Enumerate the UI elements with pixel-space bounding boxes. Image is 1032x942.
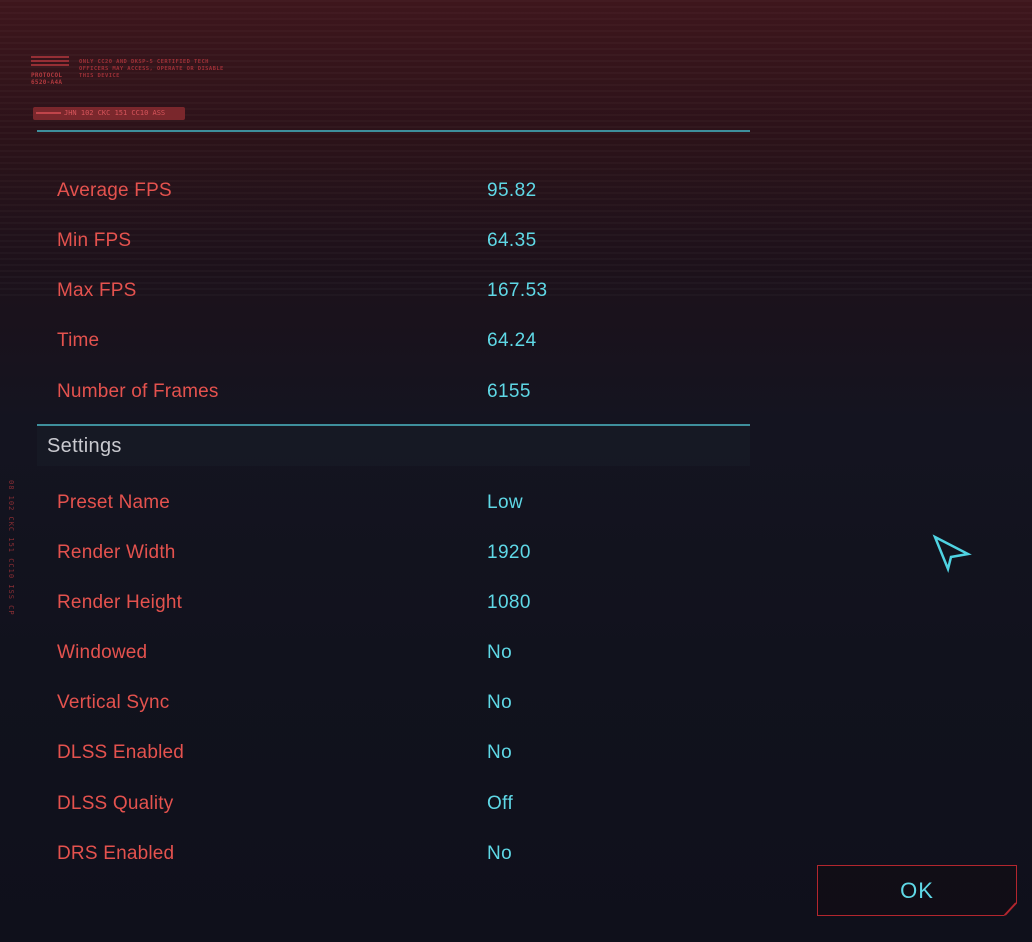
result-label: Number of Frames: [57, 381, 219, 402]
setting-value: No: [487, 642, 513, 663]
setting-row: Windowed No: [57, 642, 757, 672]
device-tag: JHN 102 CKC 151 CC10 ASS: [33, 107, 185, 120]
setting-label: Render Width: [57, 542, 176, 563]
setting-value: 1080: [487, 592, 531, 613]
setting-value: Low: [487, 492, 524, 513]
cursor-arrow-icon: [930, 532, 972, 578]
result-row: Number of Frames 6155: [57, 381, 757, 411]
setting-value: No: [487, 692, 513, 713]
setting-value: Off: [487, 793, 514, 814]
ok-button[interactable]: OK: [817, 865, 1017, 916]
protocol-logo-icon: PROTOCOL 6520-A4A: [31, 56, 71, 86]
result-value: 64.35: [487, 230, 537, 251]
setting-row: Preset Name Low: [57, 492, 757, 522]
top-divider: [37, 130, 750, 132]
ok-button-label: OK: [900, 878, 934, 903]
result-row: Time 64.24: [57, 330, 757, 360]
result-label: Min FPS: [57, 230, 132, 251]
setting-value: No: [487, 742, 513, 763]
setting-row: DRS Enabled No: [57, 843, 757, 873]
logo-text: PROTOCOL 6520-A4A: [31, 72, 63, 86]
result-label: Time: [57, 330, 100, 351]
device-tag-text: JHN 102 CKC 151 CC10 ASS: [64, 109, 166, 117]
result-row: Average FPS 95.82: [57, 180, 757, 210]
setting-label: DLSS Enabled: [57, 742, 185, 763]
result-value: 64.24: [487, 330, 537, 351]
setting-label: Render Height: [57, 592, 183, 613]
setting-row: Vertical Sync No: [57, 692, 757, 722]
setting-value: No: [487, 843, 513, 864]
setting-label: Windowed: [57, 642, 148, 663]
settings-title: Settings: [47, 435, 122, 457]
result-label: Average FPS: [57, 180, 172, 201]
setting-row: DLSS Quality Off: [57, 793, 757, 823]
result-value: 95.82: [487, 180, 537, 201]
setting-label: DRS Enabled: [57, 843, 175, 864]
result-value: 167.53: [487, 280, 548, 301]
setting-label: Vertical Sync: [57, 692, 170, 713]
side-code: 08 102 CKC 151 CC10 ISS CP: [7, 480, 15, 616]
result-label: Max FPS: [57, 280, 137, 301]
setting-label: Preset Name: [57, 492, 171, 513]
access-notice: ONLY CC20 AND DKSP-5 CERTIFIED TECH OFFI…: [79, 59, 224, 79]
settings-header: Settings: [37, 426, 750, 466]
result-value: 6155: [487, 381, 531, 402]
setting-row: Render Width 1920: [57, 542, 757, 572]
setting-row: DLSS Enabled No: [57, 742, 757, 772]
result-row: Max FPS 167.53: [57, 280, 757, 310]
setting-value: 1920: [487, 542, 531, 563]
setting-label: DLSS Quality: [57, 793, 174, 814]
setting-row: Render Height 1080: [57, 592, 757, 622]
result-row: Min FPS 64.35: [57, 230, 757, 260]
